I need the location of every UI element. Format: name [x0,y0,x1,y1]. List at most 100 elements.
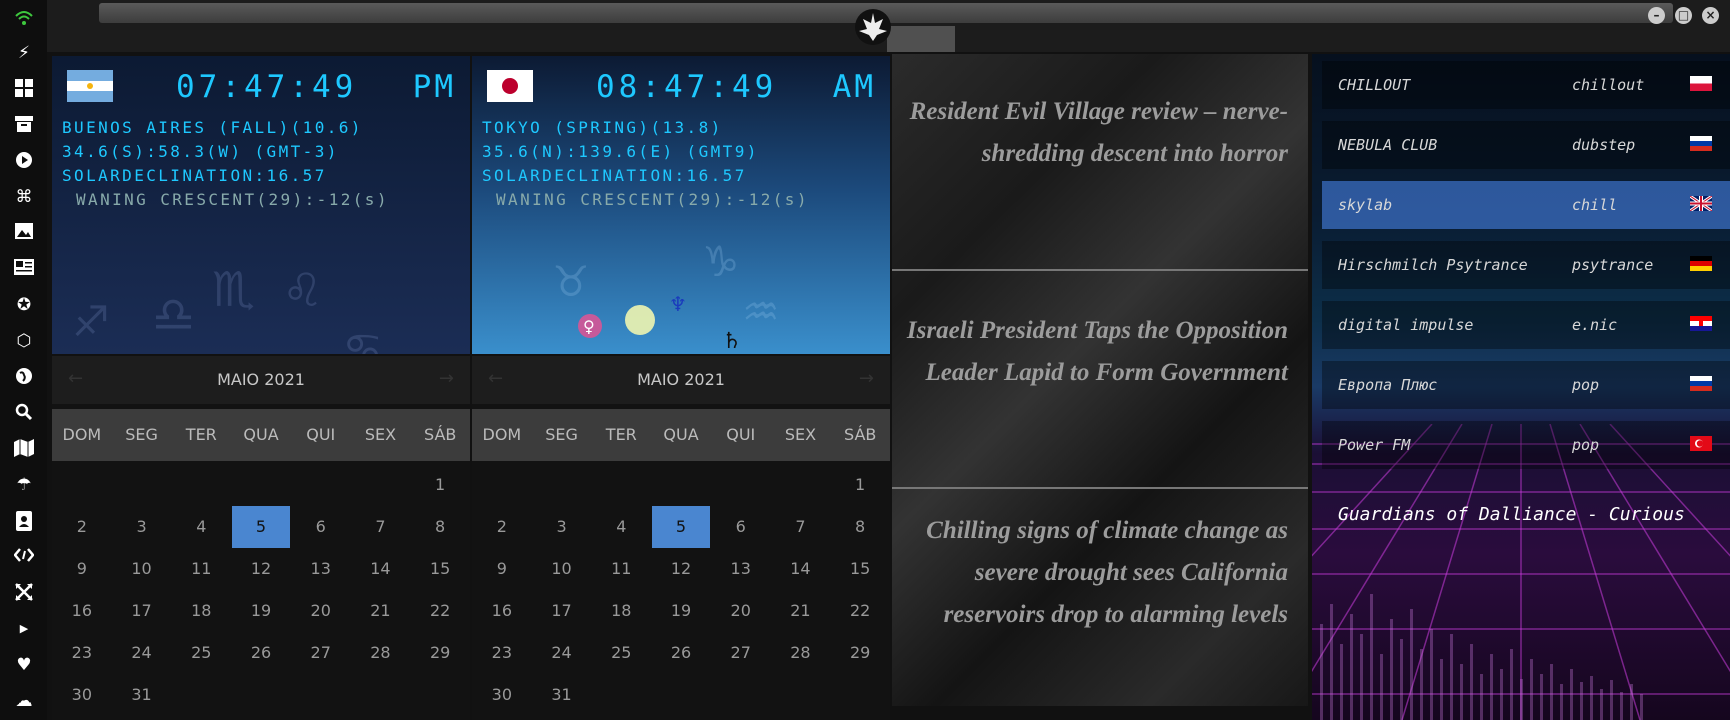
youtube-icon[interactable]: ▶ [14,619,34,639]
rebel-alliance-logo-icon[interactable] [853,7,893,47]
calendar-day[interactable]: 23 [472,632,532,674]
calendar-day[interactable]: 11 [591,548,651,590]
wifi-icon[interactable] [14,8,34,28]
calendar-day[interactable]: 18 [591,590,651,632]
calendar-day[interactable]: 16 [52,590,112,632]
calendar-day[interactable]: 15 [410,548,470,590]
expand-icon[interactable] [14,583,34,603]
play-icon[interactable] [14,151,34,171]
calendar-day[interactable]: 9 [52,548,112,590]
calendar-day[interactable]: 14 [771,548,831,590]
news-icon[interactable] [14,259,34,279]
hexagon-icon[interactable]: ⬡ [14,331,34,351]
map-book-icon[interactable]: ⌘ [14,187,34,207]
calendar-day[interactable]: 13 [291,548,351,590]
logo-tab[interactable] [887,26,955,52]
search-icon[interactable] [14,403,34,423]
calendar-day[interactable]: 19 [231,590,291,632]
calendar-day[interactable]: 6 [291,506,351,548]
calendar-day[interactable]: 6 [711,506,771,548]
calendar-day[interactable]: 8 [830,506,890,548]
calendar-day[interactable]: 27 [291,632,351,674]
calendar-day[interactable]: 14 [351,548,411,590]
code-icon[interactable] [13,547,35,567]
calendar-day[interactable]: 12 [651,548,711,590]
calendar-day[interactable]: 17 [532,590,592,632]
calendar-day[interactable]: 25 [171,632,231,674]
calendar-day[interactable]: 7 [771,506,831,548]
calendar-day-today[interactable]: 5 [232,506,290,548]
calendar-day-today[interactable]: 5 [652,506,710,548]
radio-panel: CHILLOUT chillout NEBULA CLUB dubstep sk… [1312,54,1730,720]
calendar-day[interactable]: 31 [532,674,592,716]
close-button[interactable]: × [1702,7,1719,24]
next-month-button[interactable]: → [439,368,454,389]
radio-station-row[interactable]: Hirschmilch Psytrance psytrance [1322,241,1730,289]
lightning-icon[interactable]: ⚡ [14,43,34,63]
minimize-button[interactable]: – [1648,7,1665,24]
calendar-day[interactable]: 13 [711,548,771,590]
calendar-day[interactable]: 23 [52,632,112,674]
calendar-day[interactable]: 11 [171,548,231,590]
calendar-day[interactable]: 20 [711,590,771,632]
umbrella-icon[interactable]: ☂ [14,475,34,495]
calendar-day[interactable]: 26 [231,632,291,674]
maximize-button[interactable]: □ [1675,7,1692,24]
calendar-day[interactable]: 30 [472,674,532,716]
calendar-day[interactable]: 3 [532,506,592,548]
calendar-day[interactable]: 4 [591,506,651,548]
calendar-day[interactable]: 17 [112,590,172,632]
calendar-day[interactable]: 29 [410,632,470,674]
radio-station-row[interactable]: Европа Плюс pop [1322,361,1730,409]
calendar-day[interactable]: 10 [532,548,592,590]
rebel-icon[interactable]: ✪ [14,295,34,315]
calendar-day[interactable]: 28 [351,632,411,674]
radio-station-row[interactable]: digital impulse e.nic [1322,301,1730,349]
cloud-icon[interactable]: ☁ [14,691,34,711]
calendar-day[interactable]: 15 [830,548,890,590]
calendar-day[interactable]: 27 [711,632,771,674]
calendar-day[interactable]: 25 [591,632,651,674]
calendar-day[interactable]: 24 [532,632,592,674]
calendar-day[interactable]: 12 [231,548,291,590]
calendar-day[interactable]: 21 [771,590,831,632]
news-headline[interactable]: Israeli President Taps the Opposition Le… [892,310,1288,394]
heart-icon[interactable]: ♥ [14,655,34,675]
calendar-day[interactable]: 1 [830,464,890,506]
news-headline[interactable]: Resident Evil Village review – nerve-shr… [892,91,1288,175]
map-icon[interactable] [14,439,34,459]
calendar-day[interactable]: 29 [830,632,890,674]
calendar-day[interactable]: 7 [351,506,411,548]
calendar-day[interactable]: 22 [830,590,890,632]
windows-icon[interactable] [14,79,34,99]
calendar-day[interactable]: 21 [351,590,411,632]
calendar-day[interactable]: 8 [410,506,470,548]
radio-station-row[interactable]: skylab chill [1322,181,1730,229]
calendar-day[interactable]: 2 [472,506,532,548]
radio-station-row[interactable]: Power FM pop [1322,421,1730,469]
next-month-button[interactable]: → [859,368,874,389]
contacts-icon[interactable] [14,511,34,531]
news-headline[interactable]: Chilling signs of climate change as seve… [892,510,1288,636]
calendar-day[interactable]: 28 [771,632,831,674]
calendar-day[interactable]: 4 [171,506,231,548]
archive-icon[interactable] [14,115,34,135]
calendar-day[interactable]: 26 [651,632,711,674]
calendar-day[interactable]: 16 [472,590,532,632]
calendar-day[interactable]: 2 [52,506,112,548]
radio-station-row[interactable]: NEBULA CLUB dubstep [1322,121,1730,169]
calendar-day[interactable]: 24 [112,632,172,674]
calendar-day[interactable]: 20 [291,590,351,632]
calendar-day[interactable]: 10 [112,548,172,590]
calendar-day[interactable]: 18 [171,590,231,632]
radio-station-row[interactable]: CHILLOUT chillout [1322,61,1730,109]
calendar-day[interactable]: 1 [410,464,470,506]
calendar-day[interactable]: 3 [112,506,172,548]
globe-icon[interactable] [14,367,34,387]
image-icon[interactable] [14,223,34,243]
calendar-day[interactable]: 22 [410,590,470,632]
calendar-day[interactable]: 30 [52,674,112,716]
calendar-day[interactable]: 9 [472,548,532,590]
calendar-day[interactable]: 19 [651,590,711,632]
calendar-day[interactable]: 31 [112,674,172,716]
